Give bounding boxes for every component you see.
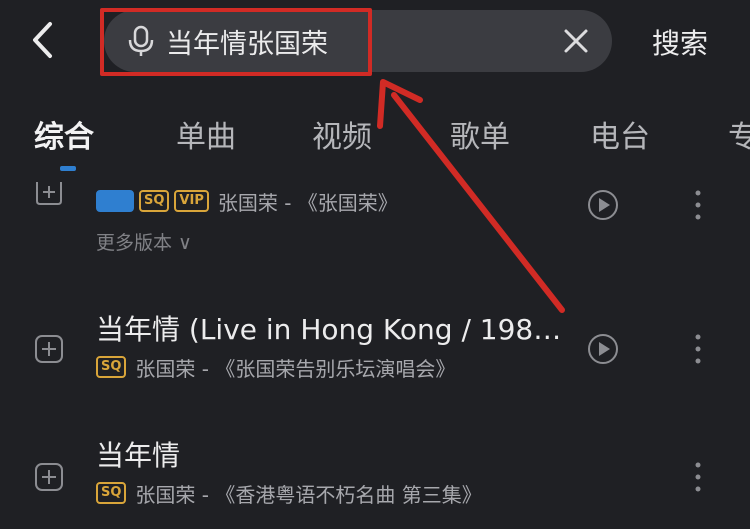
tab-playlists[interactable]: 歌单 bbox=[450, 112, 510, 156]
vip-badge: VIP bbox=[174, 190, 209, 212]
list-item[interactable]: 当年情 (Live in Hong Kong / 1989-1... SQ 张国… bbox=[0, 300, 750, 390]
song-title: 当年情 bbox=[96, 439, 181, 472]
list-item[interactable]: 当年情 SQ 张国荣 - 《香港粤语不朽名曲 第三集》 bbox=[0, 426, 750, 516]
chevron-left-icon bbox=[33, 22, 52, 58]
more-vertical-icon[interactable] bbox=[688, 332, 708, 366]
add-to-playlist-icon[interactable] bbox=[34, 462, 64, 492]
active-tab-indicator bbox=[60, 166, 76, 171]
tab-songs[interactable]: 单曲 bbox=[176, 112, 236, 156]
tab-videos[interactable]: 视频 bbox=[312, 112, 372, 156]
list-item[interactable]: SQ VIP 张国荣 - 《张国荣》 更多版本 ∨ bbox=[0, 172, 750, 262]
song-title: 当年情 (Live in Hong Kong / 1989-1... bbox=[96, 313, 574, 346]
category-tabs: 综合 单曲 视频 歌单 电台 专 bbox=[0, 112, 750, 162]
back-button[interactable] bbox=[22, 18, 62, 62]
add-to-playlist-icon[interactable] bbox=[34, 176, 64, 206]
play-video-icon[interactable] bbox=[586, 188, 620, 222]
search-header: 当年情张国荣 搜索 bbox=[0, 0, 750, 86]
song-meta: SQ 张国荣 - 《张国荣告别乐坛演唱会》 bbox=[96, 354, 456, 381]
search-button[interactable]: 搜索 bbox=[652, 22, 708, 62]
tab-more[interactable]: 专 bbox=[728, 112, 750, 156]
artist-album: 张国荣 - 《张国荣告别乐坛演唱会》 bbox=[135, 356, 456, 381]
song-meta: SQ VIP 张国荣 - 《张国荣》 bbox=[96, 188, 398, 215]
sq-badge: SQ bbox=[139, 190, 170, 212]
tab-overall[interactable]: 综合 bbox=[34, 112, 94, 156]
play-video-icon[interactable] bbox=[586, 332, 620, 366]
search-query-text[interactable]: 当年情张国荣 bbox=[166, 22, 328, 61]
more-versions-link[interactable]: 更多版本 ∨ bbox=[96, 228, 192, 255]
artist-album: 张国荣 - 《张国荣》 bbox=[217, 190, 398, 215]
sq-badge: SQ bbox=[96, 356, 127, 378]
artist-album: 张国荣 - 《香港粤语不朽名曲 第三集》 bbox=[135, 482, 482, 507]
microphone-icon[interactable] bbox=[124, 24, 158, 58]
add-to-playlist-icon[interactable] bbox=[34, 334, 64, 364]
sq-badge: SQ bbox=[96, 482, 127, 504]
song-meta: SQ 张国荣 - 《香港粤语不朽名曲 第三集》 bbox=[96, 480, 482, 507]
quality-badge bbox=[96, 190, 134, 212]
tab-radio[interactable]: 电台 bbox=[590, 112, 650, 156]
more-vertical-icon[interactable] bbox=[688, 188, 708, 222]
more-vertical-icon[interactable] bbox=[688, 460, 708, 494]
close-icon[interactable] bbox=[560, 25, 592, 57]
